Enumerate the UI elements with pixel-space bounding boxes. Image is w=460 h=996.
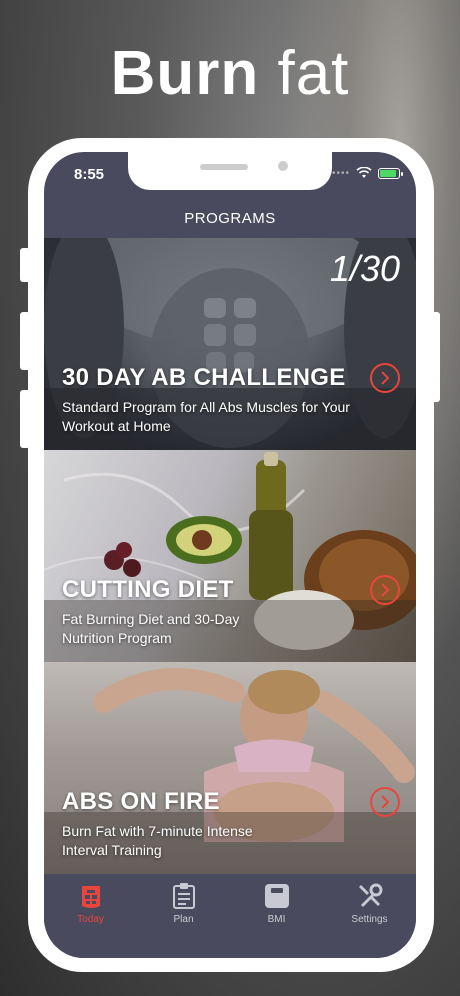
open-program-button[interactable] xyxy=(370,787,400,817)
phone-side-button xyxy=(20,248,30,282)
status-icons: •••• xyxy=(331,167,403,179)
program-card-abs-on-fire[interactable]: ABS ON FIRE Burn Fat with 7-minute Inten… xyxy=(44,662,416,874)
program-subtitle: Burn Fat with 7-minute Intense Interval … xyxy=(62,823,253,858)
speaker xyxy=(200,164,248,170)
tab-label: Plan xyxy=(173,914,194,925)
headline-bold: Burn xyxy=(110,39,260,108)
status-time: 8:55 xyxy=(74,166,105,183)
chevron-right-icon xyxy=(381,371,390,385)
headline-regular: fat xyxy=(277,39,350,108)
phone-side-button xyxy=(20,312,30,370)
phone-side-button xyxy=(20,390,30,448)
tab-label: Settings xyxy=(351,914,388,925)
today-icon xyxy=(81,886,100,908)
phone-notch xyxy=(128,152,332,190)
program-subtitle: Standard Program for All Abs Muscles for… xyxy=(62,399,350,434)
program-subtitle: Fat Burning Diet and 30-Day Nutrition Pr… xyxy=(62,611,240,646)
tab-label: Today xyxy=(77,914,104,925)
program-title: ABS ON FIRE xyxy=(62,788,220,815)
phone-power-button xyxy=(430,312,440,402)
clipboard-icon xyxy=(172,883,195,909)
open-program-button[interactable] xyxy=(370,575,400,605)
challenge-progress: 1/30 xyxy=(329,248,400,289)
promo-headline: Burn fat xyxy=(0,38,460,109)
front-camera xyxy=(278,161,288,171)
program-title: 30 DAY AB CHALLENGE xyxy=(62,364,346,391)
battery-icon xyxy=(378,167,403,179)
tab-today[interactable]: Today xyxy=(44,874,137,958)
app-screen: 8:55 •••• PROGRAMS 1/30 30 DAY AB CHALLE… xyxy=(44,152,416,958)
signal-icon: •••• xyxy=(331,167,350,179)
tab-bmi[interactable]: BMI xyxy=(230,874,323,958)
chevron-right-icon xyxy=(381,795,390,809)
tools-icon xyxy=(358,883,382,907)
tab-bar: Today Plan BMI Settings xyxy=(44,874,416,958)
wifi-icon xyxy=(356,167,372,178)
scale-icon xyxy=(264,884,289,908)
tab-plan[interactable]: Plan xyxy=(137,874,230,958)
program-card-cutting-diet[interactable]: CUTTING DIET Fat Burning Diet and 30-Day… xyxy=(44,450,416,662)
tab-settings[interactable]: Settings xyxy=(323,874,416,958)
page-title: PROGRAMS xyxy=(184,210,276,227)
battery-level xyxy=(380,169,396,177)
program-title: CUTTING DIET xyxy=(62,576,234,603)
open-program-button[interactable] xyxy=(370,363,400,393)
chevron-right-icon xyxy=(381,583,390,597)
tab-label: BMI xyxy=(267,914,286,925)
program-card-ab-challenge[interactable]: 1/30 30 DAY AB CHALLENGE Standard Progra… xyxy=(44,238,416,450)
